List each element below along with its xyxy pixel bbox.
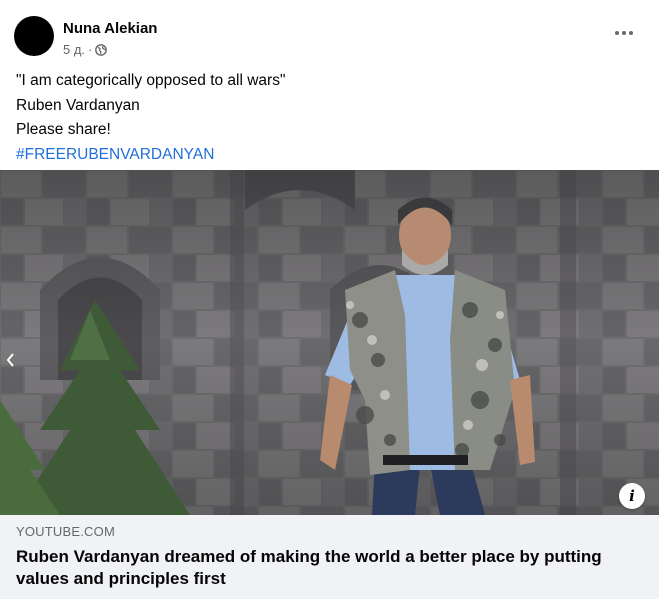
post-meta: 5 д. · bbox=[63, 42, 108, 57]
facebook-post: Nuna Alekian 5 д. · "I am categorically … bbox=[0, 0, 659, 599]
more-options-icon[interactable] bbox=[613, 22, 635, 44]
info-icon[interactable]: i bbox=[619, 483, 645, 509]
link-title[interactable]: Ruben Vardanyan dreamed of making the wo… bbox=[16, 546, 626, 590]
post-line-quote: "I am categorically opposed to all wars" bbox=[16, 72, 286, 89]
author-name[interactable]: Nuna Alekian bbox=[63, 20, 157, 37]
post-time[interactable]: 5 д. bbox=[63, 42, 85, 57]
meta-separator: · bbox=[88, 42, 93, 57]
link-preview[interactable]: YOUTUBE.COM Ruben Vardanyan dreamed of m… bbox=[0, 515, 659, 599]
post-line-share: Please share! bbox=[16, 121, 111, 138]
avatar[interactable] bbox=[14, 16, 54, 56]
hashtag-link[interactable]: #FREERUBENVARDANYAN bbox=[16, 143, 636, 168]
link-domain: YOUTUBE.COM bbox=[16, 524, 115, 539]
post-line-name: Ruben Vardanyan bbox=[16, 96, 140, 114]
chevron-left-icon[interactable] bbox=[2, 346, 18, 374]
post-text: "I am categorically opposed to all wars"… bbox=[16, 69, 636, 167]
globe-icon[interactable] bbox=[95, 43, 108, 56]
post-photo[interactable]: i bbox=[0, 170, 659, 515]
photo-illustration bbox=[0, 170, 659, 515]
post-header: Nuna Alekian 5 д. · bbox=[0, 0, 659, 66]
